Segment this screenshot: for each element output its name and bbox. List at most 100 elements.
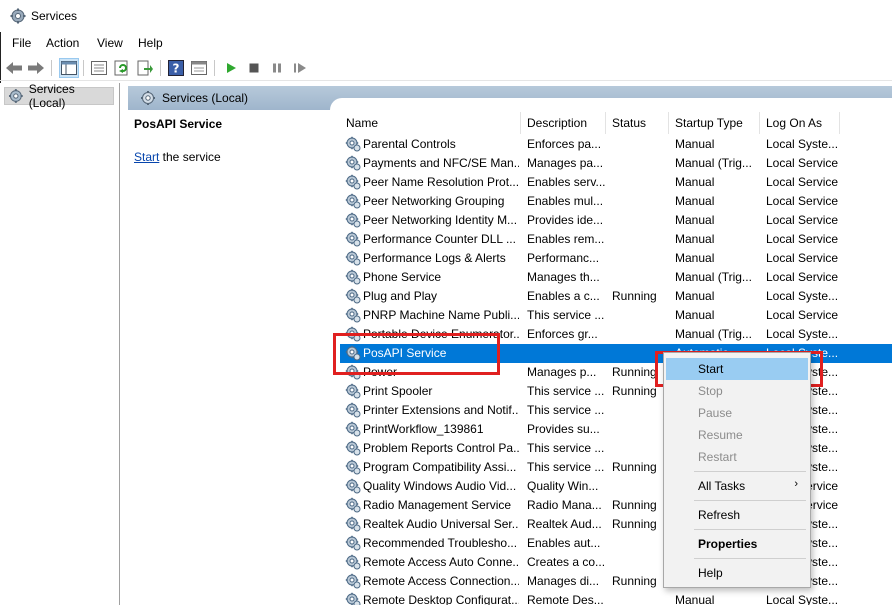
column-header-log-on-as[interactable]: Log On As <box>760 112 840 134</box>
forward-arrow-icon[interactable] <box>26 58 46 78</box>
menu-item-resume[interactable]: Resume <box>666 424 808 446</box>
service-gear-icon <box>345 193 361 209</box>
properties-pane-icon[interactable] <box>189 58 209 78</box>
menu-item-pause[interactable]: Pause <box>666 402 808 424</box>
service-startup-type: Manual <box>675 213 715 227</box>
menu-item-all-tasks-label: All Tasks <box>698 479 746 493</box>
table-row[interactable]: Peer Name Resolution Prot... Enables serv… <box>340 173 892 192</box>
table-row[interactable]: PNRP Machine Name Publi... This service .… <box>340 306 892 325</box>
tree-item-services-local[interactable]: Services (Local) <box>4 82 114 110</box>
column-header-label: Description <box>527 116 588 130</box>
service-gear-icon <box>345 421 361 437</box>
refresh-icon[interactable] <box>112 58 132 78</box>
service-log-on-as: Local Service <box>766 213 838 227</box>
service-action-line: Start the service <box>134 150 221 164</box>
help-icon[interactable]: ? <box>166 58 186 78</box>
service-status: Running <box>612 460 657 474</box>
column-header-description[interactable]: Description <box>521 112 606 134</box>
service-status: Running <box>612 289 657 303</box>
restart-icon[interactable] <box>290 58 310 78</box>
column-header-name[interactable]: ⌃ Name <box>340 112 521 134</box>
show-hide-console-tree-icon[interactable] <box>59 58 79 78</box>
column-header-status[interactable]: Status <box>606 112 669 134</box>
service-startup-type: Manual <box>675 175 715 189</box>
service-description: Remote Des... <box>527 593 604 605</box>
column-header-label: Startup Type <box>675 116 743 130</box>
menu-separator <box>694 500 806 501</box>
menu-item-all-tasks[interactable]: All Tasks › <box>666 475 808 497</box>
table-row[interactable]: Performance Logs & Alerts Performanc... Ma… <box>340 249 892 268</box>
service-gear-icon <box>345 516 361 532</box>
service-gear-icon <box>345 440 361 456</box>
menu-item-start[interactable]: Start <box>666 358 808 380</box>
export-list-icon[interactable] <box>135 58 155 78</box>
menu-separator <box>694 471 806 472</box>
service-name: Peer Name Resolution Prot... <box>363 175 519 189</box>
service-gear-icon <box>345 250 361 266</box>
table-row[interactable]: Performance Counter DLL ... Enables rem..… <box>340 230 892 249</box>
menu-help[interactable]: Help <box>138 36 163 50</box>
play-icon[interactable] <box>221 58 241 78</box>
menu-item-refresh[interactable]: Refresh <box>666 504 808 526</box>
service-log-on-as: Local Service <box>766 175 838 189</box>
table-row[interactable]: Peer Networking Identity M... Provides id… <box>340 211 892 230</box>
table-row[interactable]: Payments and NFC/SE Man... Manages pa... M… <box>340 154 892 173</box>
toolbar-separator <box>214 60 215 76</box>
service-log-on-as: Local Service <box>766 308 838 322</box>
toolbar-separator <box>83 60 84 76</box>
menu-file[interactable]: File <box>12 36 31 50</box>
column-header-startup-type[interactable]: Startup Type <box>669 112 760 134</box>
menu-separator <box>694 558 806 559</box>
service-name: Program Compatibility Assi... <box>363 460 517 474</box>
table-row[interactable]: Phone Service Manages th... Manual (Trig..… <box>340 268 892 287</box>
service-name: Phone Service <box>363 270 442 284</box>
service-gear-icon <box>345 402 361 418</box>
service-name: PNRP Machine Name Publi... <box>363 308 519 322</box>
service-log-on-as: Local Syste... <box>766 289 838 303</box>
menu-item-stop[interactable]: Stop <box>666 380 808 402</box>
service-startup-type: Manual <box>675 593 715 605</box>
services-gear-icon <box>8 89 23 103</box>
highlight-box-service <box>333 333 500 375</box>
service-gear-icon <box>345 174 361 190</box>
service-description: This service ... <box>527 308 605 322</box>
service-description: Enables rem... <box>527 232 605 246</box>
service-gear-icon <box>345 288 361 304</box>
service-name: Realtek Audio Universal Ser... <box>363 517 519 531</box>
table-row[interactable]: Parental Controls Enforces pa... Manual Loc… <box>340 135 892 154</box>
service-name: PrintWorkflow_139861 <box>363 422 484 436</box>
service-gear-icon <box>345 269 361 285</box>
title-bar: Services <box>0 0 892 32</box>
service-log-on-as: Local Syste... <box>766 327 838 341</box>
service-description: Creates a co... <box>527 555 605 569</box>
pause-icon[interactable] <box>267 58 287 78</box>
table-row[interactable]: Remote Desktop Configurat... Remote Des..… <box>340 591 892 605</box>
service-name: Parental Controls <box>363 137 456 151</box>
menu-item-restart[interactable]: Restart <box>666 446 808 468</box>
service-log-on-as: Local Service <box>766 194 838 208</box>
service-description: Radio Mana... <box>527 498 602 512</box>
menu-item-help[interactable]: Help <box>666 562 808 584</box>
table-row[interactable]: Peer Networking Grouping Enables mul... Ma… <box>340 192 892 211</box>
table-row[interactable]: Plug and Play Enables a c... Running Manual… <box>340 287 892 306</box>
service-gear-icon <box>345 231 361 247</box>
back-arrow-icon[interactable] <box>4 58 24 78</box>
menu-item-properties[interactable]: Properties <box>666 533 808 555</box>
column-header-label: Name <box>346 116 379 130</box>
service-gear-icon <box>345 212 361 228</box>
menu-action[interactable]: Action <box>46 36 79 50</box>
service-description: Realtek Aud... <box>527 517 602 531</box>
service-description: Manages th... <box>527 270 600 284</box>
service-name: Printer Extensions and Notif... <box>363 403 519 417</box>
list-view-icon[interactable] <box>89 58 109 78</box>
menu-separator <box>694 529 806 530</box>
menu-view[interactable]: View <box>97 36 123 50</box>
service-gear-icon <box>345 459 361 475</box>
service-description: Enables aut... <box>527 536 601 550</box>
service-name: Remote Access Connection... <box>363 574 519 588</box>
stop-icon[interactable] <box>244 58 264 78</box>
service-name: Radio Management Service <box>363 498 512 512</box>
start-service-link[interactable]: Start <box>134 150 159 164</box>
service-gear-icon <box>345 136 361 152</box>
service-name: Plug and Play <box>363 289 438 303</box>
